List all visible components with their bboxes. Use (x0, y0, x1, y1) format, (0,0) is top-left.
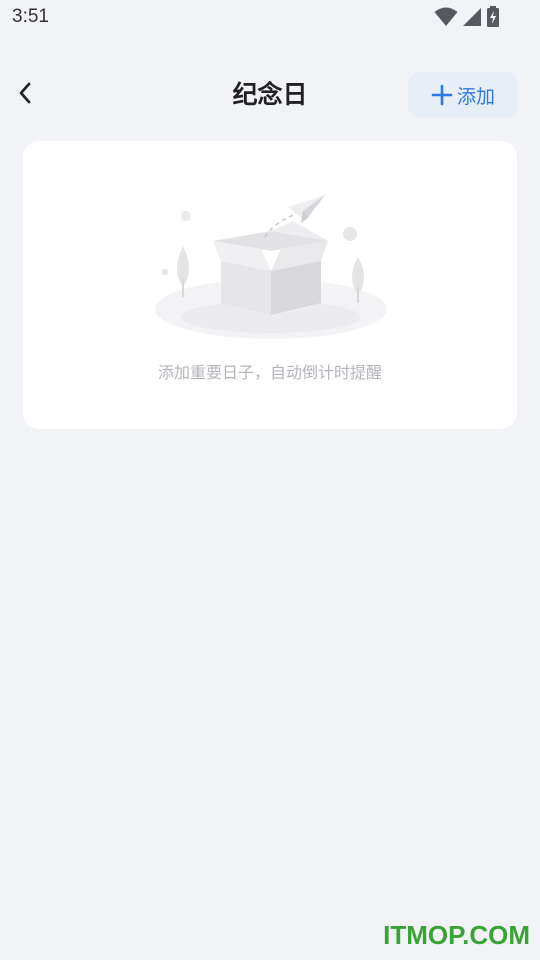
empty-state-card: 添加重要日子，自动倒计时提醒 (23, 141, 517, 429)
status-time: 3:51 (12, 6, 49, 27)
wifi-icon (434, 7, 458, 27)
watermark: ITMOP.COM (383, 920, 530, 950)
status-bar: 3:51 (0, 0, 540, 36)
header: 纪念日 添加 (0, 70, 540, 122)
plus-icon (431, 84, 453, 106)
empty-state-message: 添加重要日子，自动倒计时提醒 (157, 363, 382, 382)
add-button[interactable]: 添加 (408, 72, 518, 118)
cellular-signal-icon (462, 7, 482, 27)
empty-box-illustration (153, 191, 393, 341)
add-button-label: 添加 (456, 85, 495, 108)
battery-charging-icon (486, 6, 500, 28)
status-icons (434, 6, 500, 28)
